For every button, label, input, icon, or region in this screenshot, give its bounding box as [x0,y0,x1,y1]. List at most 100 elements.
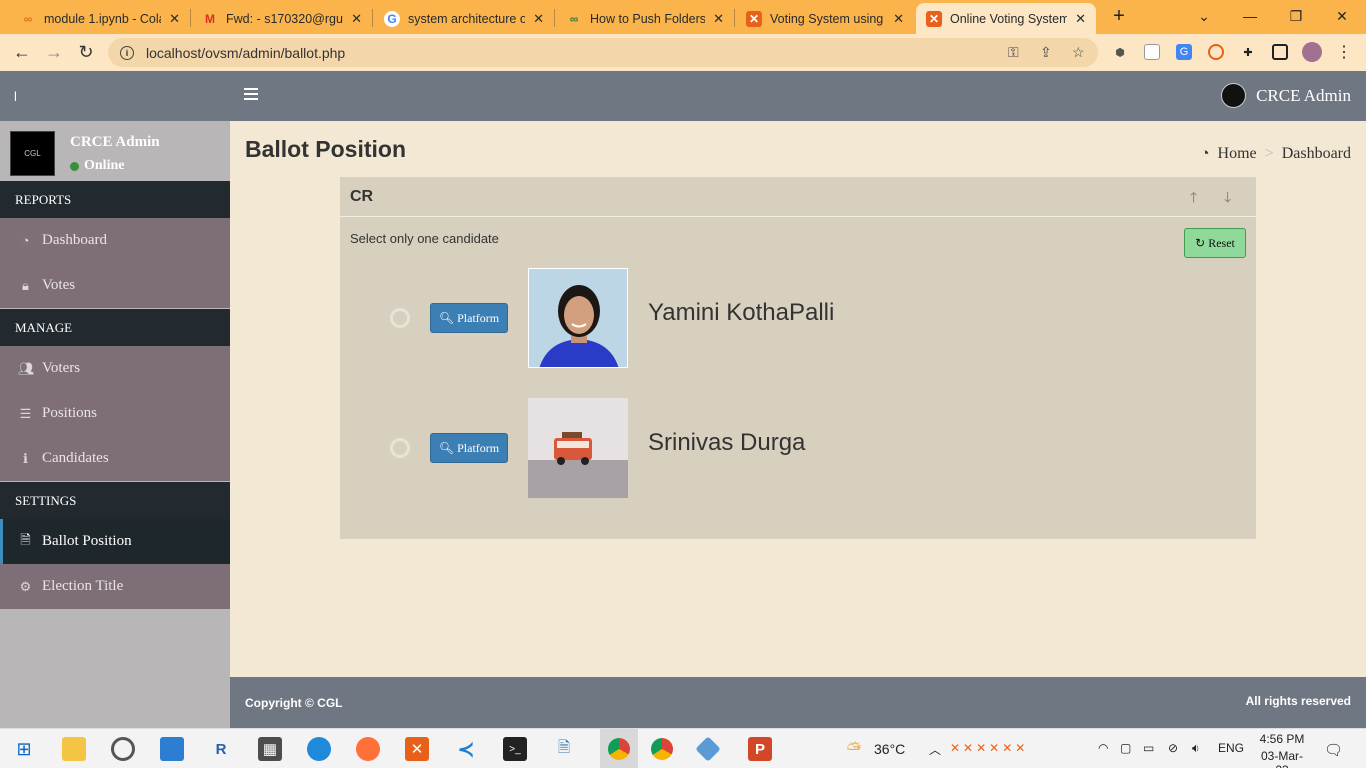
extensions-puzzle-icon[interactable]: ✚ [1240,44,1256,60]
github-icon: ∞ [569,11,579,26]
powerpoint-icon[interactable]: P [748,737,772,761]
browser-tab[interactable]: ∞ How to Push Folders F ✕ [556,3,734,34]
candidate-radio[interactable] [390,308,410,328]
app-logo[interactable]: l [0,71,230,121]
close-window-button[interactable]: ✕ [1328,6,1356,26]
minimize-button[interactable]: — [1236,6,1264,26]
sidebar-item-voters[interactable]: 👥︎ Voters [0,346,230,391]
profile-avatar[interactable] [1302,42,1322,62]
media-player-icon[interactable] [111,737,135,761]
bookmark-star-icon[interactable]: ☆ [1072,44,1085,61]
chrome-icon [608,738,630,760]
sidebar-item-votes[interactable]: 🔒︎ Votes [0,263,230,308]
refresh-icon: ↻ [1195,235,1206,250]
candidate-photo [528,398,628,498]
sidebar-item-candidates[interactable]: ℹ Candidates [0,436,230,481]
sidebar-toggle-icon[interactable] [244,88,258,100]
chrome-icon[interactable] [650,737,674,761]
notification-icon[interactable]: 🗨︎ [1324,741,1343,759]
browser-menu-icon[interactable]: ⋮ [1336,44,1352,61]
position-title: CR [350,187,374,205]
avatar: CGL [10,131,55,176]
browser-tab[interactable]: G system architecture of ✕ [374,3,554,34]
sidebar-item-dashboard[interactable]: ◔ Dashboard [0,218,230,263]
cog-icon: ⚙ [19,578,32,594]
search-icon: 🔍︎ [438,440,455,455]
windows-start-icon[interactable]: ⊞ [12,737,36,761]
reload-button[interactable]: ↻ [73,40,99,64]
url-text[interactable]: localhost/ovsm/admin/ballot.php [146,45,345,61]
wifi-icon[interactable]: ◠ [1098,741,1108,755]
breadcrumb-home[interactable]: Home [1218,145,1257,163]
battery-saver-icon[interactable]: ▢ [1120,741,1131,755]
show-hidden-icons[interactable]: ︿ [929,741,941,758]
edge-icon[interactable] [307,737,331,761]
calculator-icon[interactable]: ▦ [258,737,282,761]
battery-icon[interactable]: ▭ [1143,741,1154,755]
candidate-name: Srinivas Durga [648,429,806,456]
move-down-icon[interactable]: 🡓 [1224,187,1231,211]
platform-button[interactable]: 🔍︎ Platform [430,303,508,333]
lock-icon: 🔒︎ [22,277,29,293]
close-tab-icon[interactable]: ✕ [533,11,544,27]
xampp-icon[interactable]: ✕ [405,737,429,761]
close-tab-icon[interactable]: ✕ [1075,11,1086,27]
new-tab-button[interactable]: + [1105,5,1133,27]
close-tab-icon[interactable]: ✕ [713,11,724,27]
dashboard-icon: ◔ [21,232,30,248]
weather-icon[interactable]: ⛅︎ [842,737,866,761]
platform-button[interactable]: 🔍︎ Platform [430,433,508,463]
reset-button[interactable]: ↻ Reset [1184,228,1246,258]
omnibox[interactable]: i localhost/ovsm/admin/ballot.php ⚿ ⇪ ☆ [108,38,1098,67]
extension-icon[interactable] [1144,44,1160,60]
chrome-taskbar-active[interactable] [600,729,638,768]
breadcrumb-current: Dashboard [1281,145,1351,162]
restore-button[interactable]: ❐ [1282,6,1310,26]
xampp-tray-icons[interactable]: ✕✕✕✕✕✕ [950,741,1028,755]
store-icon[interactable] [160,737,184,761]
close-tab-icon[interactable]: ✕ [351,11,362,27]
side-panel-icon[interactable] [1272,44,1288,60]
vscode-icon[interactable]: ≺ [454,737,478,761]
volume-icon[interactable]: 🔉︎ [1192,741,1200,756]
windows-taskbar: ⊞ R ▦ ✕ ≺ >_ 🗎 P ⛅︎ 36°C ︿ ✕✕✕✕✕✕ ◠ ▢ ▭ … [0,728,1366,768]
python-icon[interactable]: 🗎 [552,737,576,761]
status-dot-icon [70,161,79,171]
candidate-radio[interactable] [390,438,410,458]
sidebar-item-positions[interactable]: ☰ Positions [0,391,230,436]
user-menu[interactable]: CRCE Admin [1221,83,1351,108]
extension-icon[interactable]: ⬢ [1112,44,1128,60]
share-icon[interactable]: ⇪ [1040,44,1052,61]
page-title: Ballot Position [245,136,406,162]
terminal-icon[interactable]: >_ [503,737,527,761]
position-header: CR [340,177,1256,217]
git-icon[interactable] [695,736,721,762]
tab-search-icon[interactable]: ⌄ [1190,6,1218,26]
rights-text: All rights reserved [1245,694,1351,708]
firefox-icon[interactable] [356,737,380,761]
move-up-icon[interactable]: 🡑 [1190,187,1197,211]
close-tab-icon[interactable]: ✕ [893,11,904,27]
sidebar-item-ballot-position[interactable]: 🗎 Ballot Position [0,519,230,564]
browser-tab[interactable]: M Fwd: - s170320@rguk ✕ [192,3,372,34]
sidebar-header-settings: SETTINGS [0,482,230,519]
footer: Copyright © CGL All rights reserved [230,677,1366,728]
network-icon[interactable]: ⊘ [1168,741,1178,755]
key-icon[interactable]: ⚿ [1008,44,1019,61]
r-studio-icon[interactable]: R [209,737,233,761]
close-tab-icon[interactable]: ✕ [169,11,180,27]
sidebar-item-election-title[interactable]: ⚙ Election Title [0,564,230,609]
forward-button[interactable]: → [41,40,67,64]
browser-tab[interactable]: ✕ Voting System using P ✕ [736,3,914,34]
language-indicator[interactable]: ENG [1218,741,1244,755]
file-explorer-icon[interactable] [62,737,86,761]
extension-icon[interactable] [1208,44,1224,60]
translate-icon[interactable]: G [1176,44,1192,60]
browser-tab[interactable]: ∞ module 1.ipynb - Cola ✕ [10,3,190,34]
clock[interactable]: 4:56 PM 03-Mar-23 [1258,732,1306,768]
site-info-icon[interactable]: i [120,45,134,60]
browser-tab-active[interactable]: ✕ Online Voting System ✕ [916,3,1096,34]
back-button[interactable]: ← [9,40,35,64]
weather-temp[interactable]: 36°C [874,741,905,757]
breadcrumb-separator: > [1264,145,1274,162]
